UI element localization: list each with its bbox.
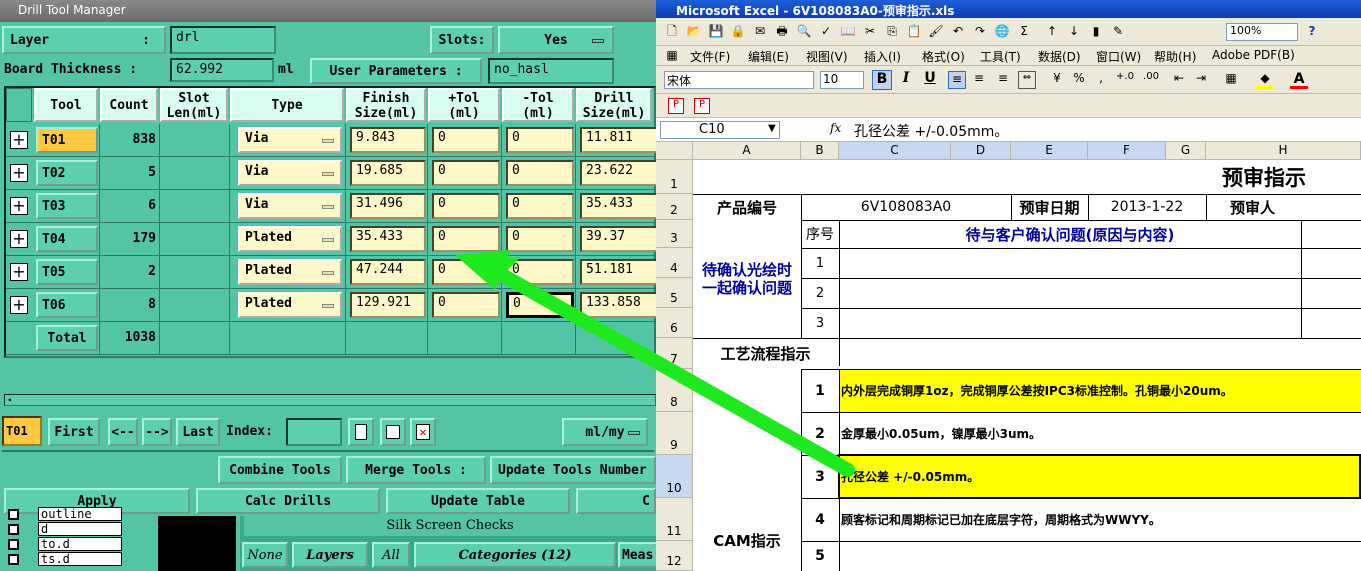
annotation-arrow — [455, 250, 855, 477]
arrow-tip — [455, 250, 510, 290]
arrow-shaft — [483, 261, 855, 477]
